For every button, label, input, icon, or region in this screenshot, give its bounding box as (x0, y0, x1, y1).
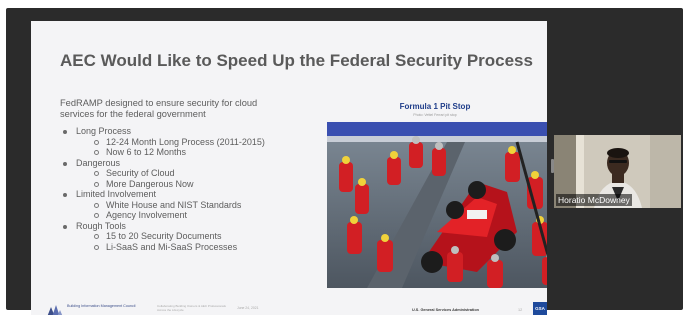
bullet-label: Limited Involvement (76, 189, 157, 199)
sub-bullet-item: More Dangerous Now (76, 179, 300, 190)
footer-tagline: Collaborating Building Owners & AEC Prof… (157, 304, 226, 312)
bullet-dot-icon (63, 161, 67, 166)
bullet-item: Rough Tools 15 to 20 Security Documents … (60, 221, 300, 253)
bullet-item: Dangerous Security of Cloud More Dangero… (60, 158, 300, 190)
meeting-stage: AEC Would Like to Speed Up the Federal S… (6, 8, 683, 315)
sub-bullet-icon (94, 234, 99, 239)
sub-bullet-list: 12-24 Month Long Process (2011-2015) Now… (76, 137, 300, 158)
footer-organization: Building Information Management Council (67, 304, 136, 308)
bullet-dot-icon (63, 193, 67, 197)
sub-bullet-icon (94, 213, 99, 218)
sub-bullet-text: Now 6 to 12 Months (106, 147, 187, 157)
sub-bullet-item: 12-24 Month Long Process (2011-2015) (76, 137, 300, 148)
sub-bullet-text: Agency Involvement (106, 210, 188, 220)
slide-title: AEC Would Like to Speed Up the Federal S… (60, 51, 533, 70)
sub-bullet-list: 15 to 20 Security Documents Li-SaaS and … (76, 231, 300, 252)
sub-bullet-list: White House and NIST Standards Agency In… (76, 200, 300, 221)
sub-bullet-list: Security of Cloud More Dangerous Now (76, 168, 300, 189)
gsa-logo: GSA (533, 302, 547, 315)
sub-bullet-icon (94, 171, 99, 176)
bullet-dot-icon (63, 224, 67, 229)
bullet-item: Limited Involvement White House and NIST… (60, 189, 300, 221)
sub-bullet-icon (94, 181, 99, 187)
sub-bullet-text: 15 to 20 Security Documents (106, 231, 222, 241)
sub-bullet-item: Agency Involvement (76, 210, 300, 221)
bullet-dot-icon (63, 130, 67, 134)
bullet-label: Dangerous (76, 157, 121, 168)
bullet-label: Rough Tools (76, 220, 126, 231)
shared-slide: AEC Would Like to Speed Up the Federal S… (31, 21, 547, 315)
sub-bullet-text: More Dangerous Now (106, 178, 194, 189)
sub-bullet-icon (94, 244, 99, 250)
footer-date: June 24, 2021 (237, 306, 259, 310)
sub-bullet-text: Security of Cloud (106, 168, 175, 178)
slide-footer: Building Information Management Council … (31, 302, 547, 315)
participant-name-label: Horatio McDowney (556, 194, 632, 206)
sub-bullet-item: Security of Cloud (76, 168, 300, 179)
sub-bullet-text: White House and NIST Standards (106, 199, 242, 210)
pit-stop-photo (327, 122, 547, 288)
sub-bullet-text: 12-24 Month Long Process (2011-2015) (106, 136, 265, 147)
sub-bullet-icon (94, 139, 99, 145)
sub-bullet-icon (94, 202, 99, 208)
slide-intro: FedRAMP designed to ensure security for … (60, 98, 258, 119)
bullet-item: Long Process 12-24 Month Long Process (2… (60, 126, 300, 158)
footer-page-number: 12 (518, 308, 523, 312)
bimc-logo-icon (47, 305, 63, 315)
sub-bullet-text: Li-SaaS and Mi-SaaS Processes (106, 241, 238, 252)
sub-bullet-item: White House and NIST Standards (76, 200, 300, 211)
pit-stop-illustration (327, 122, 547, 288)
sub-bullet-item: 15 to 20 Security Documents (76, 231, 300, 242)
footer-agency: U.S. General Services Administration (412, 308, 479, 312)
sub-bullet-item: Li-SaaS and Mi-SaaS Processes (76, 242, 300, 253)
bullet-list: Long Process 12-24 Month Long Process (2… (60, 126, 300, 252)
participant-video-tile[interactable]: Horatio McDowney (554, 135, 681, 208)
meeting-window: AEC Would Like to Speed Up the Federal S… (0, 0, 689, 316)
bullet-label: Long Process (76, 126, 132, 136)
photo-caption: Formula 1 Pit Stop (399, 102, 471, 111)
photo-credit: Photo: Vettel Ferrari pit stop (413, 113, 457, 117)
sub-bullet-icon (94, 150, 99, 155)
sub-bullet-item: Now 6 to 12 Months (76, 147, 300, 158)
